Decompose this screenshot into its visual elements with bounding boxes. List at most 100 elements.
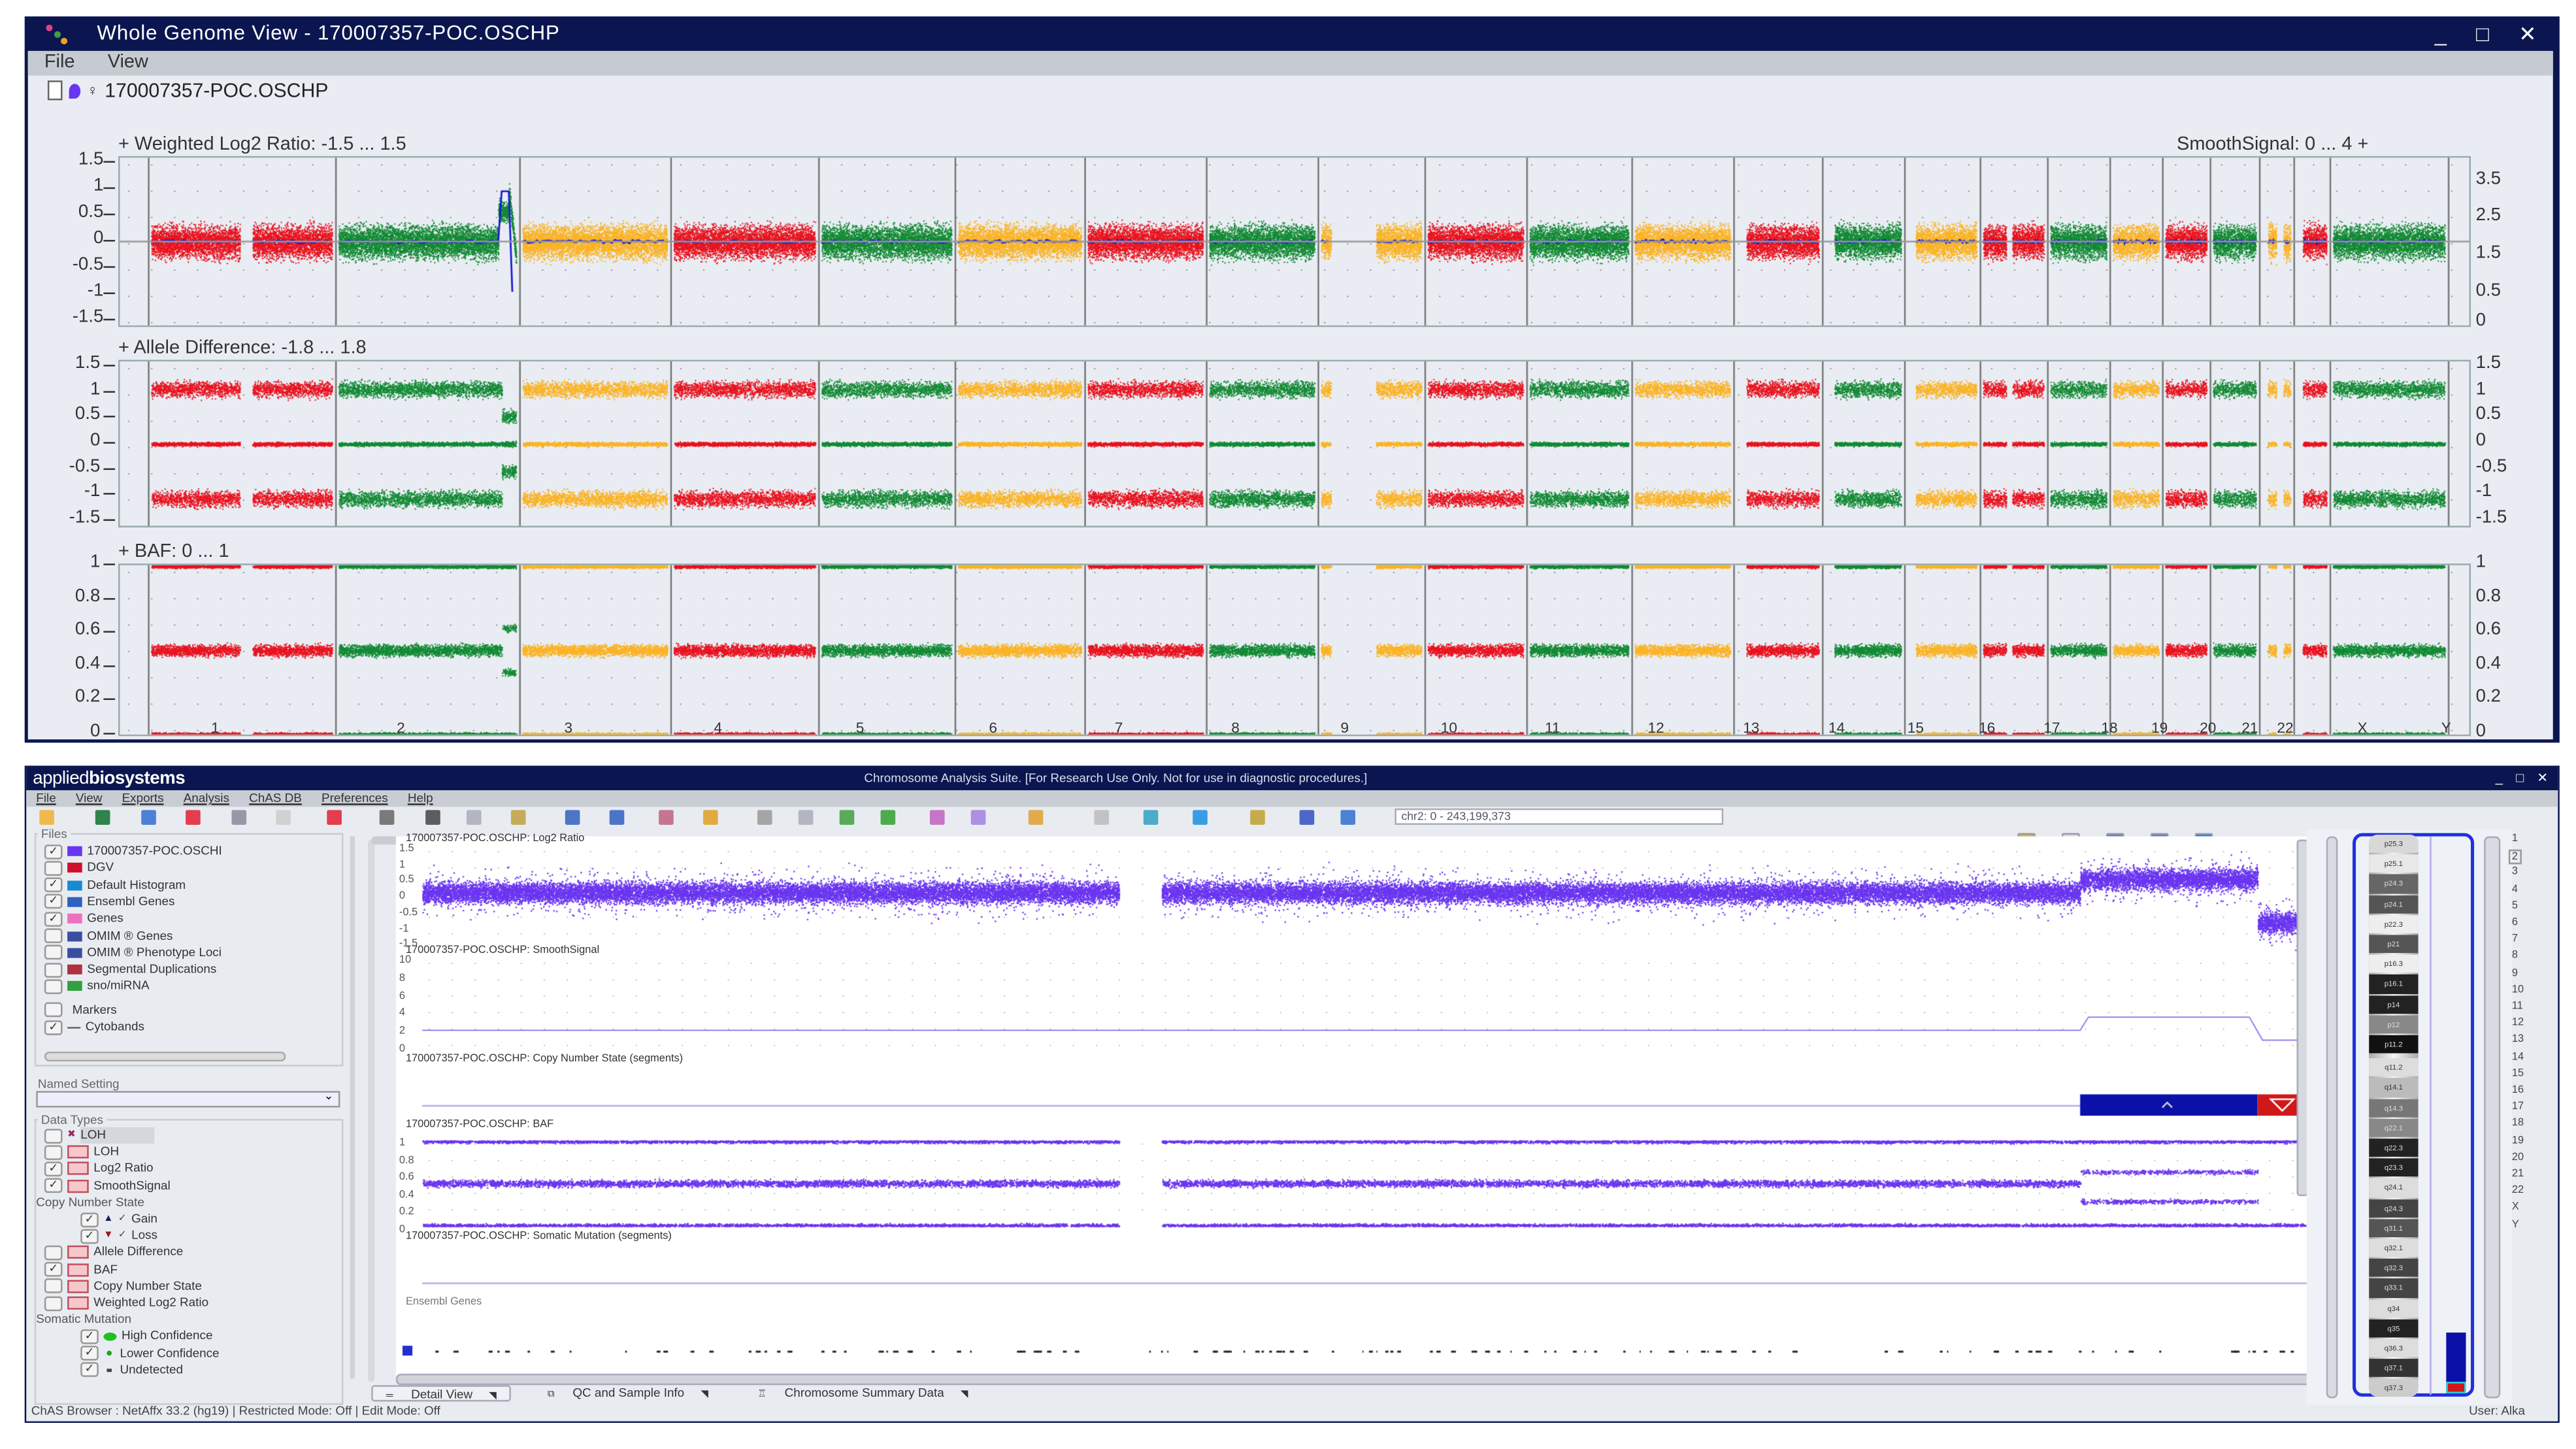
minimize-button[interactable]: _	[2435, 16, 2447, 51]
chromosome-select-8[interactable]: 8	[2512, 950, 2518, 962]
chromosome-label[interactable]: 21	[2241, 720, 2258, 736]
file-list-item[interactable]: ✓ Ensembl Genes	[44, 893, 175, 910]
chromosome-select-11[interactable]: 11	[2512, 1001, 2523, 1012]
cytoband[interactable]: p21	[2369, 935, 2419, 954]
cytoband[interactable]: q23.3	[2369, 1158, 2419, 1178]
chromosome-select-16[interactable]: 16	[2512, 1084, 2524, 1096]
toolbar-button-5-icon[interactable]	[231, 810, 247, 825]
chromosome-label[interactable]: 3	[565, 720, 573, 736]
chromosome-label[interactable]: 12	[1648, 720, 1664, 736]
toolbar-button-14-icon[interactable]	[659, 810, 674, 825]
chromosome-label[interactable]: 7	[1115, 720, 1123, 736]
location-input[interactable]: chr2: 0 - 243,199,373	[1395, 808, 1724, 825]
file-list-item[interactable]: Markers	[44, 1002, 117, 1018]
data-type-item[interactable]: ✓ Log2 Ratio	[44, 1161, 154, 1177]
panel-label-0[interactable]: + Weighted Log2 Ratio: -1.5 ... 1.5	[118, 135, 406, 154]
cytoband[interactable]: q22.1	[2369, 1118, 2419, 1137]
checkbox[interactable]	[44, 1127, 63, 1143]
cytoband[interactable]: p16.1	[2369, 974, 2419, 994]
checkbox[interactable]	[44, 1278, 63, 1294]
chromosome-select-6[interactable]: 6	[2512, 917, 2518, 929]
cytoband[interactable]: q32.1	[2369, 1239, 2419, 1257]
chromosome-label[interactable]: 18	[2101, 720, 2117, 736]
data-type-item[interactable]: Allele Difference	[44, 1244, 183, 1261]
chromosome-select-14[interactable]: 14	[2512, 1051, 2524, 1063]
chromosome-select-18[interactable]: 18	[2512, 1118, 2524, 1130]
tab-menu-icon[interactable]: ◥	[482, 1391, 503, 1401]
chromosome-label[interactable]: 10	[1441, 720, 1457, 736]
tab-chromosome-summary-data[interactable]: ♖ Chromosome Summary Data ◥	[744, 1385, 981, 1401]
checkbox[interactable]	[44, 1295, 63, 1310]
file-list-item[interactable]: ✓ Default Histogram	[44, 876, 186, 893]
cytoband[interactable]: q31.1	[2369, 1219, 2419, 1238]
data-type-item[interactable]: ✓ SmoothSignal	[44, 1178, 171, 1194]
track-label-baf[interactable]: 170007357-POC.OSCHP: BAF	[406, 1119, 553, 1131]
toolbar-button-27-icon[interactable]	[1299, 810, 1315, 825]
toolbar-button-4-icon[interactable]	[186, 810, 201, 825]
cytoband[interactable]: p12	[2369, 1015, 2419, 1034]
cytoband[interactable]: q24.1	[2369, 1178, 2419, 1197]
cytoband[interactable]: q37.1	[2369, 1359, 2419, 1378]
checkbox[interactable]	[44, 1245, 63, 1260]
cytoband[interactable]: q24.3	[2369, 1199, 2419, 1218]
data-type-item[interactable]: ✓ Undetected	[80, 1362, 183, 1378]
chromosome-label[interactable]: 2	[397, 720, 405, 736]
chromosome-label[interactable]: 13	[1743, 720, 1759, 736]
chromosome-label[interactable]: 1	[211, 720, 220, 736]
checkbox[interactable]	[44, 928, 63, 944]
file-list-item[interactable]: DGV	[44, 860, 114, 876]
chromosome-select-7[interactable]: 7	[2512, 933, 2518, 945]
menu-chas-db[interactable]: ChAS DB	[249, 790, 302, 805]
menu-file[interactable]: File	[36, 790, 56, 805]
cytoband[interactable]: p22.3	[2369, 914, 2419, 933]
data-type-item[interactable]: LOH	[44, 1144, 119, 1160]
checkbox[interactable]: ✓	[80, 1329, 99, 1344]
checkbox[interactable]: ✓	[80, 1212, 99, 1227]
checkbox[interactable]: ✓	[80, 1228, 99, 1244]
menu-exports[interactable]: Exports	[122, 790, 164, 805]
chromosome-label[interactable]: 15	[1907, 720, 1924, 736]
checkbox[interactable]: ✓	[80, 1362, 99, 1378]
minimize-button[interactable]: _	[2496, 767, 2503, 790]
checkbox[interactable]: ✓	[44, 911, 63, 927]
checkbox[interactable]	[44, 962, 63, 977]
chromosome-label[interactable]: 16	[1979, 720, 1995, 736]
chromosome-select-22[interactable]: 22	[2512, 1185, 2524, 1197]
toolbar-button-23-icon[interactable]	[1094, 810, 1109, 825]
file-list-item[interactable]: OMIM ® Phenotype Loci	[44, 944, 222, 961]
cytoband[interactable]: p14	[2369, 995, 2419, 1014]
cytoband[interactable]: q14.1	[2369, 1078, 2419, 1097]
files-scrollbar[interactable]	[44, 1051, 286, 1062]
copy-gain-marker[interactable]	[2446, 1332, 2466, 1382]
checkbox[interactable]	[44, 945, 63, 960]
data-type-item[interactable]: ✓ ▲ ✓ Gain	[80, 1211, 157, 1227]
chromosome-label[interactable]: 8	[1231, 720, 1240, 736]
tab-qc-and-sample-info[interactable]: ⧉ QC and Sample Info ◥	[535, 1385, 721, 1401]
data-type-item[interactable]: Copy Number State	[44, 1278, 202, 1294]
file-list-item[interactable]: ✓ Genes	[44, 910, 124, 927]
close-button[interactable]: ✕	[2537, 767, 2548, 790]
toolbar-button-28-icon[interactable]	[1340, 810, 1356, 825]
file-list-item[interactable]: OMIM ® Genes	[44, 927, 173, 944]
cytoband[interactable]: q32.3	[2369, 1259, 2419, 1278]
chromosome-select-10[interactable]: 10	[2512, 984, 2524, 995]
data-type-item[interactable]: ✓ BAF	[44, 1261, 118, 1278]
toolbar-button-16-icon[interactable]	[757, 810, 772, 825]
toolbar-button-15-icon[interactable]	[702, 810, 718, 825]
toolbar-button-8-icon[interactable]	[379, 810, 395, 825]
toolbar-button-12-icon[interactable]	[565, 810, 580, 825]
chromosome-label[interactable]: 5	[856, 720, 865, 736]
toolbar-button-6-icon[interactable]	[276, 810, 291, 825]
toolbar-button-20-icon[interactable]	[929, 810, 945, 825]
chromosome-select-19[interactable]: 19	[2512, 1135, 2524, 1146]
chromosome-select-Y[interactable]: Y	[2512, 1218, 2519, 1230]
sidebar-splitter[interactable]	[350, 836, 355, 1379]
chromosome-label[interactable]: Y	[2441, 720, 2451, 736]
chromosome-select-13[interactable]: 13	[2512, 1034, 2524, 1046]
horizontal-scrollbar[interactable]	[395, 1373, 2313, 1386]
data-type-item[interactable]: ✓ Lower Confidence	[80, 1345, 220, 1361]
chromosome-label[interactable]: 4	[714, 720, 722, 736]
cytoband[interactable]: q36.3	[2369, 1339, 2419, 1358]
toolbar-button-2-icon[interactable]	[95, 810, 110, 825]
chromosome-label[interactable]: 6	[989, 720, 997, 736]
